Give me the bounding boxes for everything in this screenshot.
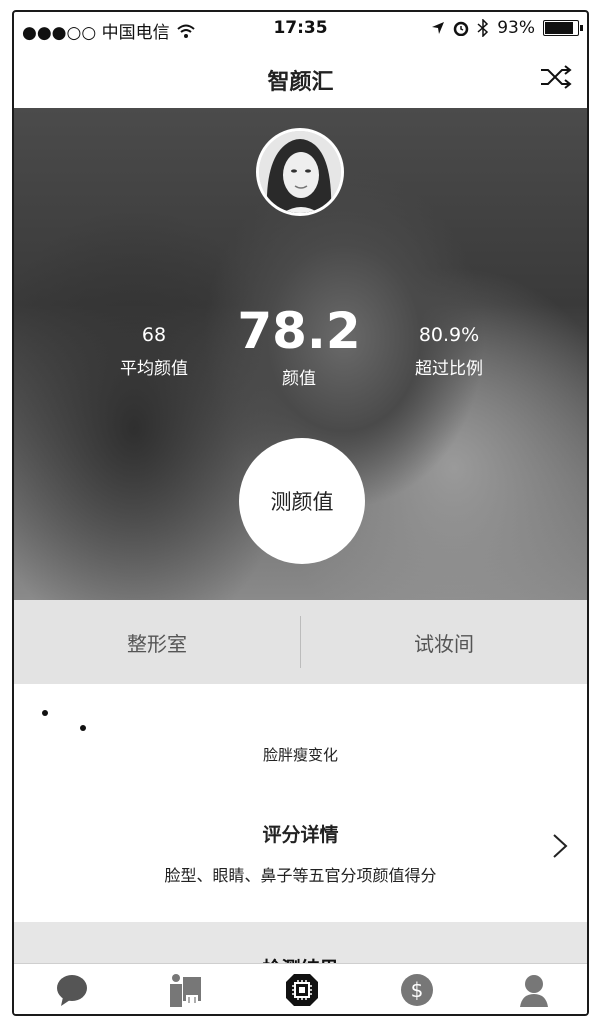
avatar[interactable] xyxy=(256,128,344,216)
phone-screen: ●●●○○ 中国电信 17:35 93% 智颜汇 68 平均颜值 78.2 颜值… xyxy=(12,10,589,1016)
page-title: 智颜汇 xyxy=(267,70,334,95)
chart-dot xyxy=(80,725,86,731)
nav-bar: 智颜汇 xyxy=(14,48,587,108)
average-score-label: 平均颜值 xyxy=(120,359,188,379)
face-change-label: 脸胖瘦变化 xyxy=(262,746,338,764)
tab-makeup-room[interactable]: 试妆间 xyxy=(301,600,587,684)
avatar-portrait xyxy=(259,131,341,213)
dollar-icon: $ xyxy=(401,974,433,1006)
chat-bubble-icon xyxy=(57,975,87,1006)
exceed-stat: 80.9% 超过比例 xyxy=(394,324,504,379)
face-change-section[interactable]: 脸胖瘦变化 xyxy=(14,684,587,775)
battery-percent: 93% xyxy=(497,18,535,38)
tab-chat[interactable] xyxy=(54,972,90,1008)
tab-detect[interactable] xyxy=(284,972,320,1008)
bluetooth-icon xyxy=(477,19,489,37)
shuffle-icon[interactable] xyxy=(539,62,573,92)
score-details-row[interactable]: 评分详情 脸型、眼睛、鼻子等五官分项颜值得分 xyxy=(14,774,587,922)
measure-score-button[interactable]: 测颜值 xyxy=(239,438,365,564)
battery-icon xyxy=(543,20,583,36)
tab-presenter[interactable] xyxy=(167,972,203,1008)
location-arrow-icon xyxy=(432,22,445,34)
tab-profile[interactable] xyxy=(516,972,552,1008)
score-details-title: 评分详情 xyxy=(262,824,339,846)
score-details-subtitle: 脸型、眼睛、鼻子等五官分项颜值得分 xyxy=(164,866,437,885)
exceed-value: 80.9% xyxy=(418,324,480,346)
hero-background: 68 平均颜值 78.2 颜值 80.9% 超过比例 测颜值 xyxy=(14,108,587,600)
user-icon xyxy=(520,975,548,1007)
average-score-stat: 68 平均颜值 xyxy=(104,324,204,379)
score-value: 78.2 xyxy=(237,302,361,360)
svg-text:$: $ xyxy=(411,978,424,1002)
bottom-tab-bar: $ xyxy=(14,963,587,1014)
average-score-value: 68 xyxy=(141,324,167,346)
chart-dot xyxy=(42,710,48,716)
chip-icon xyxy=(286,974,318,1006)
tab-plastic-surgery-room[interactable]: 整形室 xyxy=(14,600,300,684)
tab-money[interactable]: $ xyxy=(399,972,435,1008)
feature-tabs: 整形室 试妆间 xyxy=(14,600,587,684)
status-bar: ●●●○○ 中国电信 17:35 93% xyxy=(14,12,587,48)
alarm-icon xyxy=(453,21,469,36)
chevron-right-icon xyxy=(553,834,568,858)
score-stat: 78.2 颜值 xyxy=(229,306,369,389)
exceed-label: 超过比例 xyxy=(415,359,483,379)
score-label: 颜值 xyxy=(282,369,316,389)
presenter-icon xyxy=(170,974,201,1007)
